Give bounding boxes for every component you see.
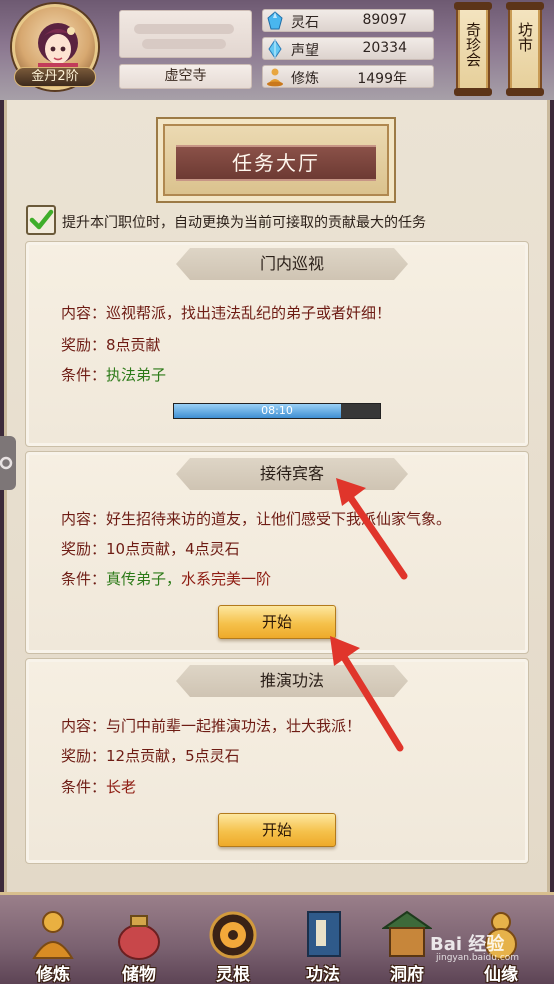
page-title-banner: 任务大厅 [156, 117, 396, 203]
monk-icon [32, 911, 74, 959]
stat-reputation: 声望 20334 [262, 37, 434, 60]
checkmark-icon [29, 209, 54, 230]
annotation-arrow-icon [336, 478, 408, 580]
book-icon [307, 911, 341, 957]
start-button[interactable]: 开始 [218, 813, 336, 847]
task-condition: 条件：执法弟子 [61, 366, 167, 384]
nav-cultivation[interactable]: 修炼 [18, 908, 88, 984]
nav-spirit-root[interactable]: 灵根 [198, 908, 268, 984]
gem-icon [268, 39, 282, 59]
task-reward: 奖励：8点贡献 [61, 336, 161, 354]
rank-badge: 金丹2阶 [14, 67, 96, 87]
watermark-url: jingyan.baidu.com [436, 953, 520, 963]
house-icon [382, 910, 432, 957]
gear-icon [0, 456, 13, 470]
task-timer: 08:10 [261, 404, 293, 417]
bag-icon [118, 915, 160, 960]
task-condition: 条件：真传弟子，水系完美一阶 [61, 570, 272, 588]
task-progress-bar: 08:10 [173, 403, 381, 419]
market-button[interactable]: 坊市 [506, 2, 544, 96]
task-card-deduce-technique: 推演功法 内容：与门中前辈一起推演功法，壮大我派！ 奖励：12点贡献，5点灵石 … [25, 658, 529, 864]
task-card-patrol: 门内巡视 内容：巡视帮派，找出违法乱纪的弟子或者奸细！ 奖励：8点贡献 条件：执… [25, 241, 529, 447]
task-reward: 奖励：12点贡献，5点灵石 [61, 747, 240, 765]
task-title: 门内巡视 [176, 248, 408, 280]
task-reward: 奖励：10点贡献，4点灵石 [61, 540, 240, 558]
task-content: 内容：巡视帮派，找出违法乱纪的弟子或者奸细！ [61, 304, 392, 322]
side-drawer-tab[interactable] [0, 436, 16, 490]
task-condition: 条件：长老 [61, 778, 137, 796]
task-content: 内容：与门中前辈一起推演功法，壮大我派！ [61, 717, 362, 735]
start-button[interactable]: 开始 [218, 605, 336, 639]
page-title: 任务大厅 [176, 145, 376, 181]
annotation-arrow-icon [330, 636, 404, 752]
crystal-icon [267, 11, 283, 30]
meditation-icon [267, 68, 283, 87]
triskelion-icon [209, 911, 257, 959]
player-name-box [119, 10, 252, 58]
stat-spirit-stone: 灵石 89097 [262, 9, 434, 32]
stat-cultivation: 修炼 1499年 [262, 65, 434, 88]
sect-name: 虚空寺 [119, 64, 252, 89]
auto-switch-label: 提升本门职位时，自动更换为当前可接取的贡献最大的任务 [62, 215, 426, 231]
treasure-fair-button[interactable]: 奇珍会 [454, 2, 492, 96]
nav-techniques[interactable]: 功法 [288, 908, 358, 984]
auto-switch-checkbox[interactable] [26, 205, 56, 235]
task-card-receive-guests: 接待宾客 内容：好生招待来访的道友，让他们感受下我派仙家气象。 奖励：10点贡献… [25, 451, 529, 654]
nav-storage[interactable]: 储物 [104, 908, 174, 984]
